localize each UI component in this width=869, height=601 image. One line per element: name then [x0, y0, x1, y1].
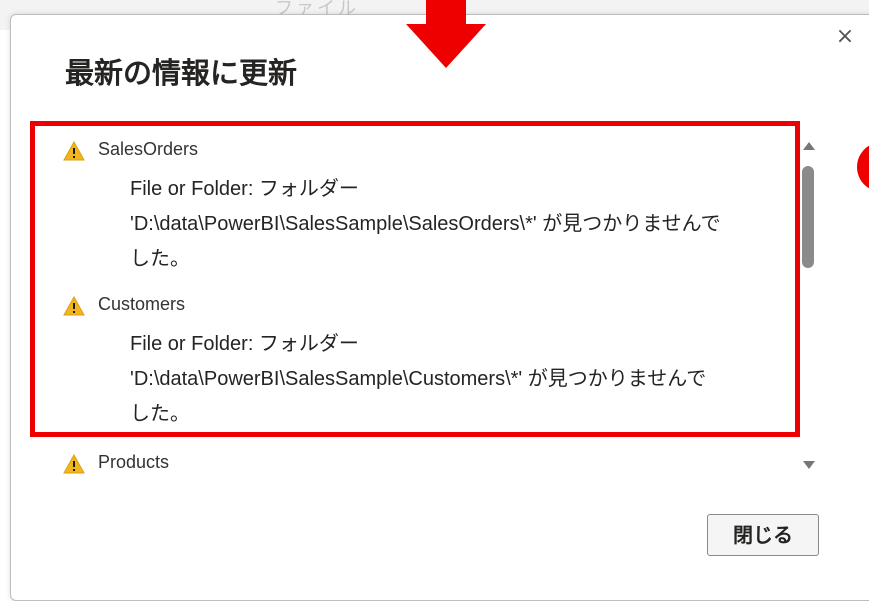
down-arrow-icon: [406, 0, 486, 68]
close-icon[interactable]: ×: [830, 22, 860, 52]
entry-name: Products: [98, 452, 170, 472]
list-item: SalesOrders File or Folder: フォルダー 'D:\da…: [55, 135, 795, 270]
scroll-thumb[interactable]: [802, 166, 814, 268]
error-list[interactable]: SalesOrders File or Folder: フォルダー 'D:\da…: [55, 135, 795, 480]
entry-message-line: 'D:\data\PowerBI\SalesSample\Customers\*…: [130, 368, 707, 390]
entry-message-line: した。: [130, 403, 190, 425]
entry-message-line: 'D:\data\PowerBI\SalesSample\SalesOrders…: [130, 213, 721, 235]
warning-icon: [63, 454, 85, 474]
close-dialog-button[interactable]: 閉じる: [707, 514, 819, 556]
entry-message-line: した。: [130, 248, 190, 270]
entry-message-line: File or Folder: フォルダー: [130, 333, 359, 355]
list-item: Customers File or Folder: フォルダー 'D:\data…: [55, 290, 795, 425]
list-item: Products: [55, 448, 795, 478]
entry-header: Customers: [55, 290, 795, 320]
warning-icon: [63, 296, 85, 316]
entry-name: Customers: [98, 294, 186, 314]
dialog-title: 最新の情報に更新: [65, 56, 298, 90]
entry-header: Products: [55, 448, 795, 478]
warning-icon: [63, 141, 85, 161]
scroll-up-icon[interactable]: [803, 142, 815, 150]
entry-message-line: File or Folder: フォルダー: [130, 178, 359, 200]
entry-header: SalesOrders: [55, 135, 795, 165]
scroll-down-icon[interactable]: [803, 461, 815, 469]
vertical-scrollbar[interactable]: [797, 138, 821, 478]
entry-name: SalesOrders: [98, 139, 199, 159]
